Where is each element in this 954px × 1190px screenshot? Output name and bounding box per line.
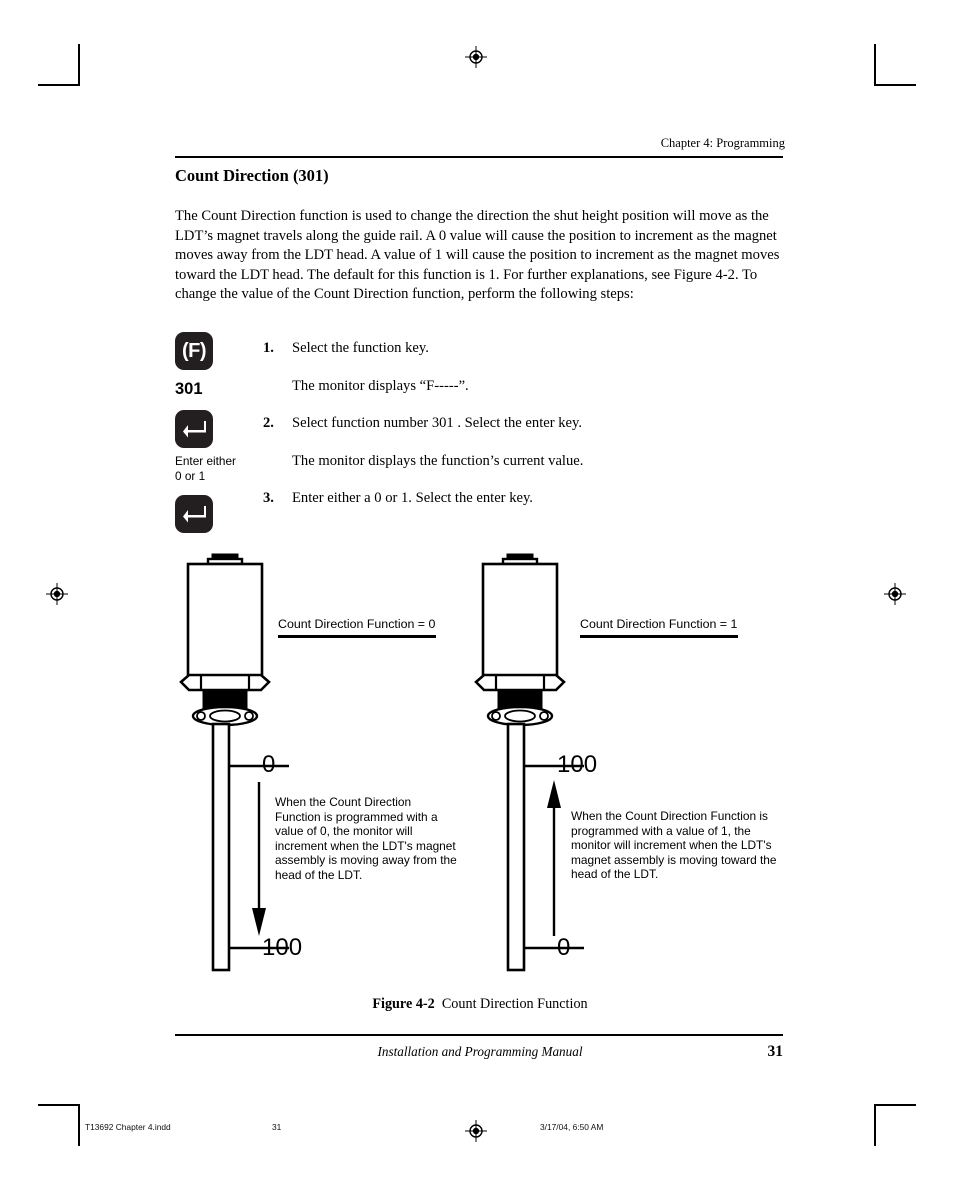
step-number-1: 1. <box>263 340 274 356</box>
step-number-5: 3. <box>263 490 274 506</box>
page-number: 31 <box>767 1043 784 1060</box>
registration-target-icon-left <box>46 583 68 605</box>
print-timestamp: 3/17/04, 6:50 AM <box>540 1122 604 1132</box>
right-scale-top-value: 100 <box>557 751 598 778</box>
left-scale-annotations <box>229 764 289 950</box>
document-page: Chapter 4: Programming Count Direction (… <box>0 0 954 1190</box>
function-number-label: 301 <box>175 380 203 398</box>
left-scale-top-value: 0 <box>262 751 276 778</box>
figure-caption-label: Figure 4-2 <box>372 996 435 1012</box>
print-sheet-page: 31 <box>272 1122 282 1132</box>
step-text-2: The monitor displays “F-----”. <box>292 378 469 394</box>
step-text-4: The monitor displays the function’s curr… <box>292 453 584 469</box>
registration-target-icon-top <box>465 46 487 68</box>
right-scale-bottom-value: 0 <box>557 934 571 961</box>
left-scale-bottom-value: 100 <box>262 934 303 961</box>
left-figure-note: When the Count Direction Function is pro… <box>275 795 457 882</box>
registration-target-icon-bottom <box>465 1120 487 1142</box>
registration-target-icon-right <box>884 583 906 605</box>
function-key-label: (F) <box>181 340 207 362</box>
step-number-3: 2. <box>263 415 274 431</box>
right-figure-note: When the Count Direction Function is pro… <box>571 809 777 882</box>
step-text-1: Select the function key. <box>292 340 429 356</box>
figure-4-2-diagram: Count Direction Function = 0 0 100 When … <box>175 548 785 988</box>
figure-caption-text: Count Direction Function <box>441 996 588 1012</box>
body-paragraph: The Count Direction function is used to … <box>175 208 780 303</box>
enter-arrow-icon <box>183 421 206 438</box>
function-key-icon: (F) <box>175 332 213 370</box>
step-text-3: Select function number 301 . Select the … <box>292 415 583 431</box>
crop-mark-bottom-left <box>38 1104 80 1146</box>
footer-title: Installation and Programming Manual <box>377 1044 583 1059</box>
step-text-5: Enter either a 0 or 1. Select the enter … <box>292 490 533 506</box>
print-file-name: T13692 Chapter 4.indd <box>85 1122 171 1132</box>
enter-key-icon-2 <box>175 495 213 533</box>
running-head: Chapter 4: Programming <box>660 136 785 150</box>
enter-key-hint-line-2: 0 or 1 <box>175 468 206 483</box>
enter-key-hint: Enter either 0 or 1 <box>175 454 285 483</box>
crop-mark-bottom-right <box>874 1104 916 1146</box>
footer-rule <box>175 1034 783 1037</box>
page-title: Count Direction (301) <box>175 166 329 185</box>
enter-arrow-icon <box>183 506 206 523</box>
enter-key-icon-1 <box>175 410 213 448</box>
crop-mark-top-left <box>38 44 80 86</box>
enter-key-hint-line-1: Enter either <box>175 454 236 468</box>
header-rule <box>175 156 783 158</box>
figure-caption: Figure 4-2 Count Direction Function <box>175 996 785 1013</box>
crop-mark-top-right <box>874 44 916 86</box>
